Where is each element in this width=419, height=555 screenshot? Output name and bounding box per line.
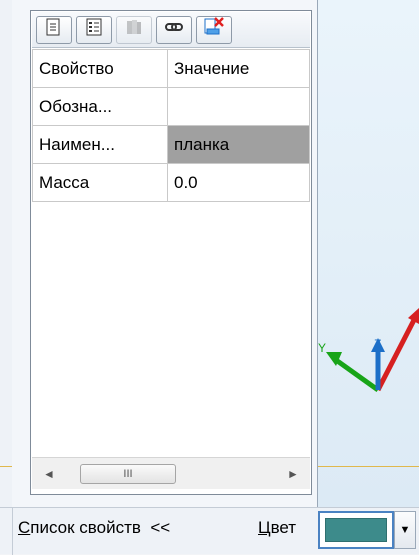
color-swatch: [325, 518, 387, 542]
color-label: Цвет: [258, 518, 296, 538]
scroll-thumb[interactable]: III: [80, 464, 176, 484]
scroll-right-button[interactable]: ►: [282, 463, 304, 485]
delete-properties-button[interactable]: [196, 15, 232, 44]
chevron-down-icon: ▼: [399, 524, 411, 536]
table-row[interactable]: Масса 0.0: [32, 163, 310, 202]
accelerator-key: Ц: [258, 518, 271, 537]
horizontal-scrollbar[interactable]: ◄ III ►: [32, 457, 310, 489]
properties-toolbar: [32, 12, 310, 48]
scroll-left-button[interactable]: ◄: [38, 463, 60, 485]
viewport-divider: [318, 466, 419, 467]
list-button[interactable]: [76, 15, 112, 44]
property-value[interactable]: 0.0: [167, 163, 310, 202]
left-strip-divider: [0, 466, 12, 467]
property-name[interactable]: Наимен...: [32, 125, 168, 164]
property-value[interactable]: планка: [167, 125, 310, 164]
properties-panel: Свойство Значение Обозна... Наимен... пл…: [12, 0, 318, 507]
z-axis-label: Z: [374, 337, 381, 351]
grip-icon: III: [123, 468, 133, 480]
header-property[interactable]: Свойство: [32, 49, 168, 88]
properties-list-button[interactable]: Список свойств <<: [18, 518, 170, 538]
library-icon: [124, 17, 144, 42]
link-button[interactable]: [156, 15, 192, 44]
document-properties-icon: [44, 17, 64, 42]
color-label-text: вет: [270, 518, 297, 537]
list-icon: [84, 17, 104, 42]
delete-properties-icon: [203, 16, 225, 43]
library-button[interactable]: [116, 15, 152, 44]
left-strip: [0, 0, 12, 507]
color-picker[interactable]: [318, 511, 394, 549]
properties-frame: Свойство Значение Обозна... Наимен... пл…: [30, 10, 312, 495]
properties-grid: Свойство Значение Обозна... Наимен... пл…: [32, 49, 310, 202]
header-value[interactable]: Значение: [167, 49, 310, 88]
document-properties-button[interactable]: [36, 15, 72, 44]
property-name[interactable]: Обозна...: [32, 87, 168, 126]
y-axis-line: [334, 357, 380, 393]
axis-triad: Z Y: [318, 308, 419, 393]
y-axis-label: Y: [318, 341, 326, 355]
properties-list-label: писок свойств <<: [30, 518, 171, 537]
status-separator: [12, 508, 13, 555]
link-icon: [164, 17, 184, 42]
table-row[interactable]: Обозна...: [32, 87, 310, 126]
accelerator-key: С: [18, 518, 31, 537]
color-dropdown-button[interactable]: ▼: [394, 511, 416, 549]
3d-viewport[interactable]: Z Y: [318, 0, 419, 507]
x-axis-line: [375, 318, 417, 392]
table-row[interactable]: Наимен... планка: [32, 125, 310, 164]
property-name[interactable]: Масса: [32, 163, 168, 202]
grid-header-row: Свойство Значение: [32, 49, 310, 88]
property-value[interactable]: [167, 87, 310, 126]
